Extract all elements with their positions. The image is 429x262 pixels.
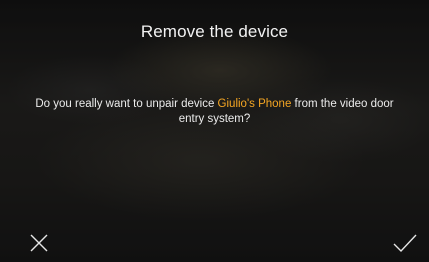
dialog-message: Do you really want to unpair device Giul… xyxy=(24,97,405,127)
unpair-device-screen: Remove the device Do you really want to … xyxy=(0,0,429,262)
dialog-title: Remove the device xyxy=(140,22,289,41)
confirm-button[interactable] xyxy=(390,228,420,258)
close-icon xyxy=(30,234,48,252)
device-name: Giulio's Phone xyxy=(217,98,292,110)
check-icon xyxy=(393,234,417,252)
cancel-button[interactable] xyxy=(24,228,54,258)
message-text-before: Do you really want to unpair device xyxy=(35,98,218,110)
